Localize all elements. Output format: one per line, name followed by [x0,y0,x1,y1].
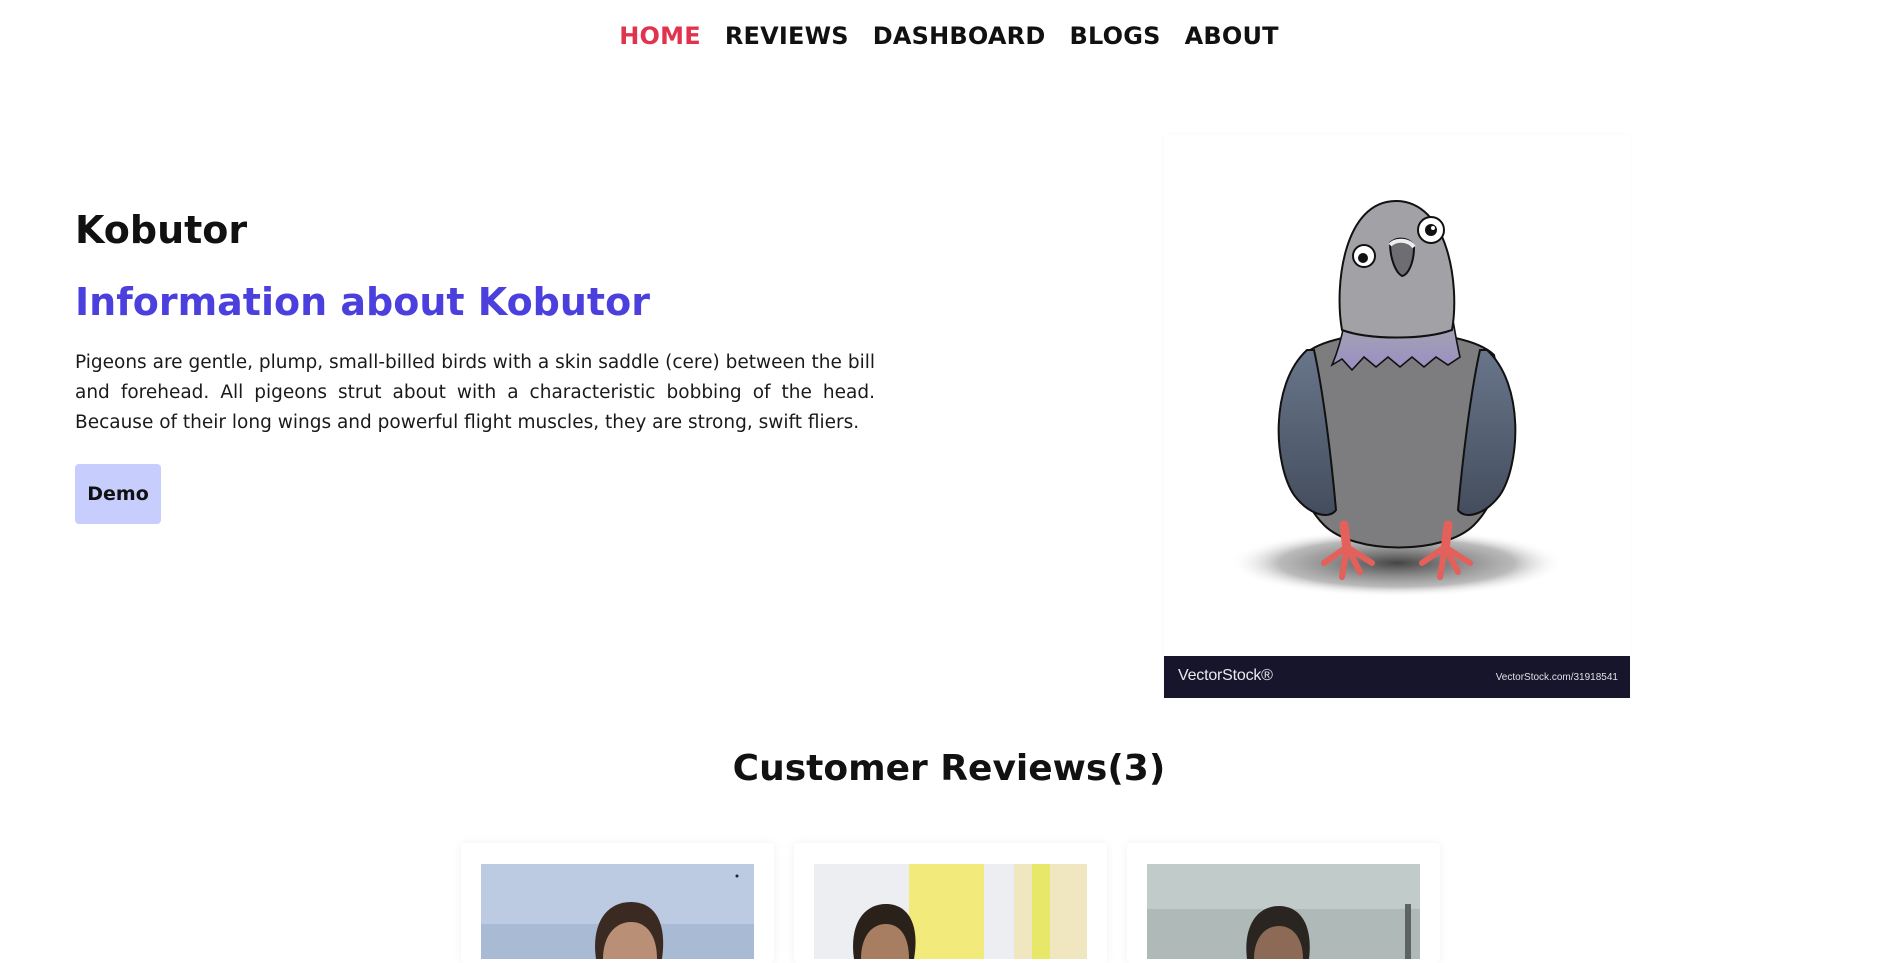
pigeon-image: VectorStock® VectorStock.com/31918541 [1164,135,1630,698]
watermark-bar: VectorStock® VectorStock.com/31918541 [1164,656,1630,698]
main-nav: HOME REVIEWS DASHBOARD BLOGS ABOUT [0,22,1898,50]
pigeon-illustration [1229,199,1565,597]
site-title: Kobutor [75,208,248,252]
review-cards [461,843,1440,963]
nav-item-dashboard[interactable]: DASHBOARD [873,22,1046,50]
nav-item-about[interactable]: ABOUT [1185,22,1279,50]
customer-photo [814,864,1087,959]
nav-item-blogs[interactable]: BLOGS [1069,22,1160,50]
review-card [1127,843,1440,963]
review-card [461,843,774,963]
reviews-heading: Customer Reviews(3) [732,748,1166,789]
customer-photo [1147,864,1420,959]
review-card [794,843,1107,963]
watermark-url: VectorStock.com/31918541 [1495,672,1618,683]
demo-button[interactable]: Demo [75,464,161,524]
hero-section: Kobutor Information about Kobutor Pigeon… [75,208,875,524]
customer-photo [481,864,754,959]
hero-subtitle: Information about Kobutor [75,280,650,324]
nav-item-home[interactable]: HOME [619,22,701,50]
nav-item-reviews[interactable]: REVIEWS [725,22,849,50]
watermark-logo: VectorStock® [1178,667,1273,684]
hero-description: Pigeons are gentle, plump, small-billed … [75,352,875,433]
